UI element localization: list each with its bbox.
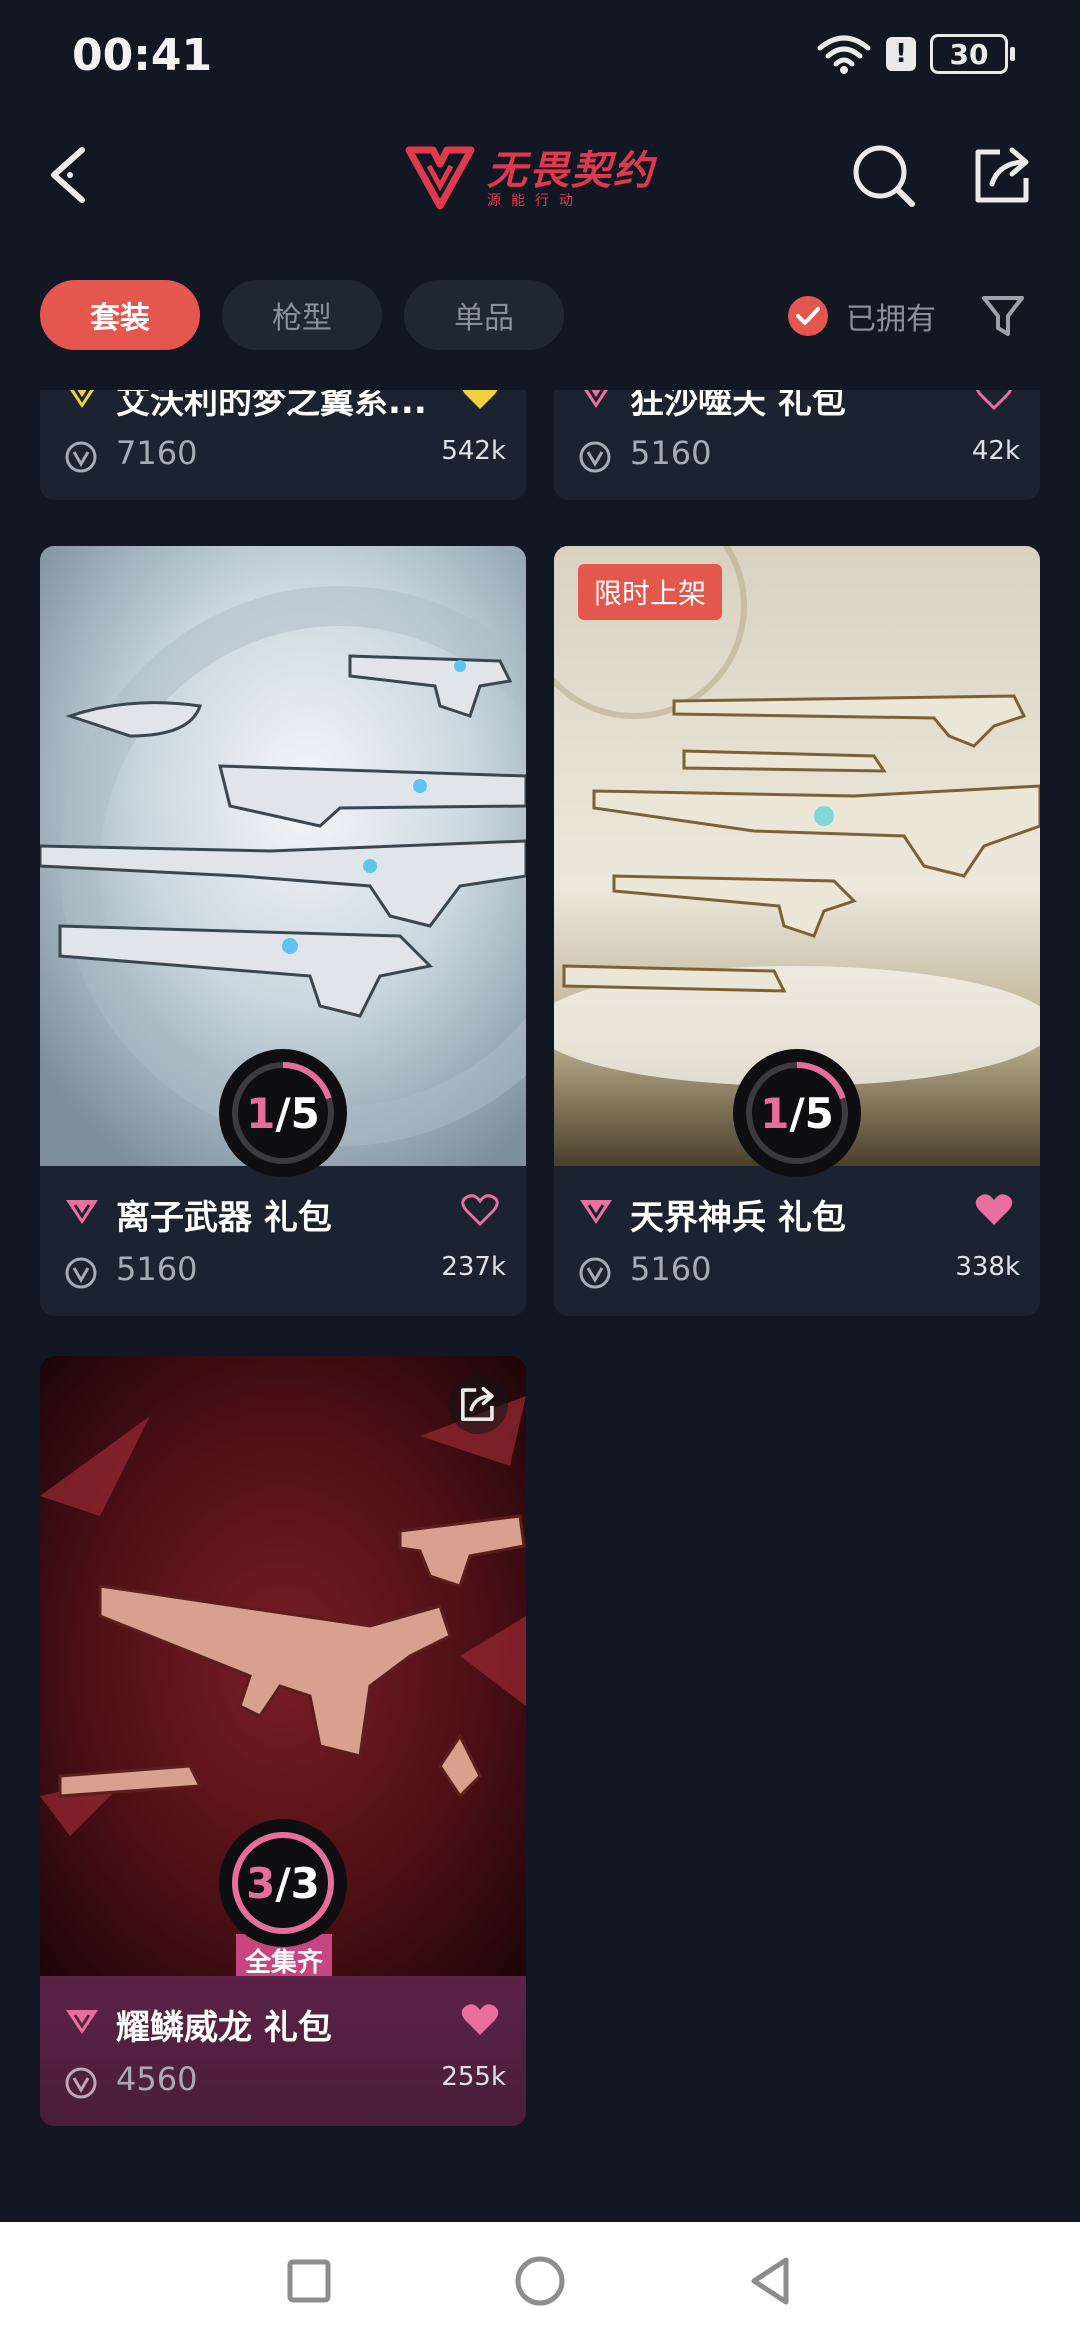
card-title: 天界神兵 礼包 xyxy=(630,1198,846,1238)
tier-icon xyxy=(580,1200,612,1224)
bundle-grid: 艾沃利的梦之翼系... 7160 542k 狂沙噬天 礼包 5160 42k 1… xyxy=(0,390,1080,2220)
card-price: 4560 xyxy=(116,2060,198,2098)
tab-bundles[interactable]: 套装 xyxy=(40,280,200,350)
owned-filter-toggle[interactable]: 已拥有 xyxy=(788,294,936,338)
card-info: 狂沙噬天 礼包 5160 42k xyxy=(554,390,1040,500)
card-price: 5160 xyxy=(116,1250,198,1288)
heart-outline-icon[interactable] xyxy=(460,1192,500,1228)
share-icon xyxy=(461,1387,494,1421)
card-share-button[interactable] xyxy=(448,1374,508,1434)
logo-subtitle: 源能行动 xyxy=(487,193,583,209)
vp-currency-icon xyxy=(65,1257,97,1289)
card-title: 耀鳞威龙 礼包 xyxy=(116,2008,332,2048)
owned-filter-label: 已拥有 xyxy=(846,302,936,337)
collection-progress-ring xyxy=(219,1049,347,1177)
valorant-logo-icon xyxy=(405,146,475,210)
recent-apps-icon[interactable] xyxy=(278,2250,340,2312)
heart-icon[interactable] xyxy=(460,390,500,412)
check-icon xyxy=(788,296,828,336)
status-icons: ! 30 xyxy=(816,34,1015,74)
tier-icon xyxy=(66,2010,98,2034)
card-info: 天界神兵 礼包 5160 338k xyxy=(554,1166,1040,1316)
bundle-card[interactable]: 艾沃利的梦之翼系... 7160 542k xyxy=(40,390,526,500)
bundle-card[interactable]: 1/5 离子武器 礼包 5160 237k xyxy=(40,546,526,1316)
heart-icon[interactable] xyxy=(460,2002,500,2038)
home-icon[interactable] xyxy=(509,2250,571,2312)
card-price: 5160 xyxy=(630,434,712,472)
share-icon[interactable] xyxy=(970,142,1036,208)
status-bar: 00:41 ! 30 xyxy=(0,0,1080,120)
vp-currency-icon xyxy=(579,1257,611,1289)
card-title: 离子武器 礼包 xyxy=(116,1198,332,1238)
battery-level: 30 xyxy=(949,37,989,71)
filter-row: 套装 枪型 单品 已拥有 xyxy=(0,280,1080,352)
collection-progress-ring xyxy=(733,1049,861,1177)
heart-outline-icon[interactable] xyxy=(974,390,1014,412)
search-icon[interactable] xyxy=(850,142,918,210)
card-likes: 42k xyxy=(971,436,1020,466)
alert-icon: ! xyxy=(886,37,916,71)
battery-icon: 30 xyxy=(930,34,1015,74)
card-info: 离子武器 礼包 5160 237k xyxy=(40,1166,526,1316)
tier-icon xyxy=(584,390,608,408)
card-likes: 542k xyxy=(441,436,506,466)
app-header: 无畏契约 源能行动 xyxy=(0,120,1080,230)
card-likes: 237k xyxy=(441,1252,506,1282)
heart-icon[interactable] xyxy=(974,1192,1014,1228)
card-likes: 338k xyxy=(955,1252,1020,1282)
tab-single-items[interactable]: 单品 xyxy=(404,280,564,350)
bundle-card[interactable]: 限时上架 1/5 天界神兵 礼包 5160 338k xyxy=(554,546,1040,1316)
card-title: 狂沙噬天 礼包 xyxy=(630,390,846,422)
vp-currency-icon xyxy=(65,2067,97,2099)
tier-icon xyxy=(70,390,94,408)
card-info: 耀鳞威龙 礼包 4560 255k xyxy=(40,1976,526,2126)
card-info: 艾沃利的梦之翼系... 7160 542k xyxy=(40,390,526,500)
bundle-card[interactable]: 狂沙噬天 礼包 5160 42k xyxy=(554,390,1040,500)
logo-title: 无畏契约 xyxy=(487,148,655,194)
tier-icon xyxy=(66,1200,98,1224)
card-price: 7160 xyxy=(116,434,198,472)
back-nav-icon[interactable] xyxy=(740,2250,802,2312)
game-logo: 无畏契约 源能行动 xyxy=(405,138,675,218)
filter-icon[interactable] xyxy=(978,292,1028,340)
status-time: 00:41 xyxy=(72,30,213,81)
vp-currency-icon xyxy=(65,441,97,473)
wifi-icon xyxy=(817,35,871,74)
tab-weapon-types[interactable]: 枪型 xyxy=(222,280,382,350)
limited-time-badge: 限时上架 xyxy=(578,564,723,620)
card-title: 艾沃利的梦之翼系... xyxy=(116,390,427,422)
vp-currency-icon xyxy=(579,441,611,473)
card-price: 5160 xyxy=(630,1250,712,1288)
card-likes: 255k xyxy=(441,2062,506,2092)
bundle-card[interactable]: 全集齐 3/3 耀鳞威龙 礼包 4560 255k xyxy=(40,1356,526,2126)
back-icon[interactable] xyxy=(40,140,100,210)
collection-progress-ring xyxy=(219,1819,347,1947)
system-nav-bar xyxy=(0,2222,1080,2340)
